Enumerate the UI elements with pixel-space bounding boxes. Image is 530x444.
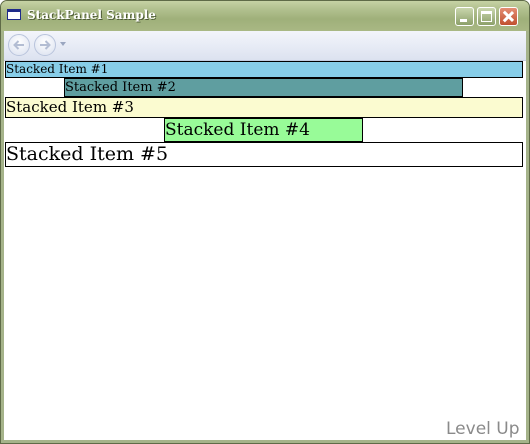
close-button[interactable] — [499, 7, 518, 26]
stacked-item-3: Stacked Item #3 — [5, 97, 523, 118]
watermark-label: Level Up — [446, 419, 520, 439]
forward-arrow-icon — [40, 40, 51, 50]
forward-button[interactable] — [34, 34, 56, 56]
minimize-icon — [460, 19, 467, 22]
close-icon — [500, 8, 517, 25]
app-window: StackPanel Sample Stacked Item #1 Stacke… — [0, 0, 530, 444]
stacked-item-2: Stacked Item #2 — [64, 78, 463, 97]
stacked-item-4: Stacked Item #4 — [164, 118, 363, 142]
chevron-down-icon[interactable] — [60, 42, 66, 46]
window-title: StackPanel Sample — [27, 8, 156, 22]
stacked-item-5: Stacked Item #5 — [5, 142, 523, 167]
window-icon[interactable] — [7, 9, 21, 20]
window-content: Stacked Item #1 Stacked Item #2 Stacked … — [4, 31, 526, 440]
stacked-item-1: Stacked Item #1 — [5, 61, 523, 78]
stack-panel: Stacked Item #1 Stacked Item #2 Stacked … — [4, 61, 524, 167]
minimize-button[interactable] — [455, 7, 474, 26]
title-bar[interactable]: StackPanel Sample — [1, 1, 529, 31]
back-arrow-icon — [13, 40, 24, 50]
back-button[interactable] — [8, 34, 30, 56]
maximize-icon — [481, 11, 492, 22]
maximize-button[interactable] — [477, 7, 496, 26]
navigation-bar — [4, 31, 526, 61]
